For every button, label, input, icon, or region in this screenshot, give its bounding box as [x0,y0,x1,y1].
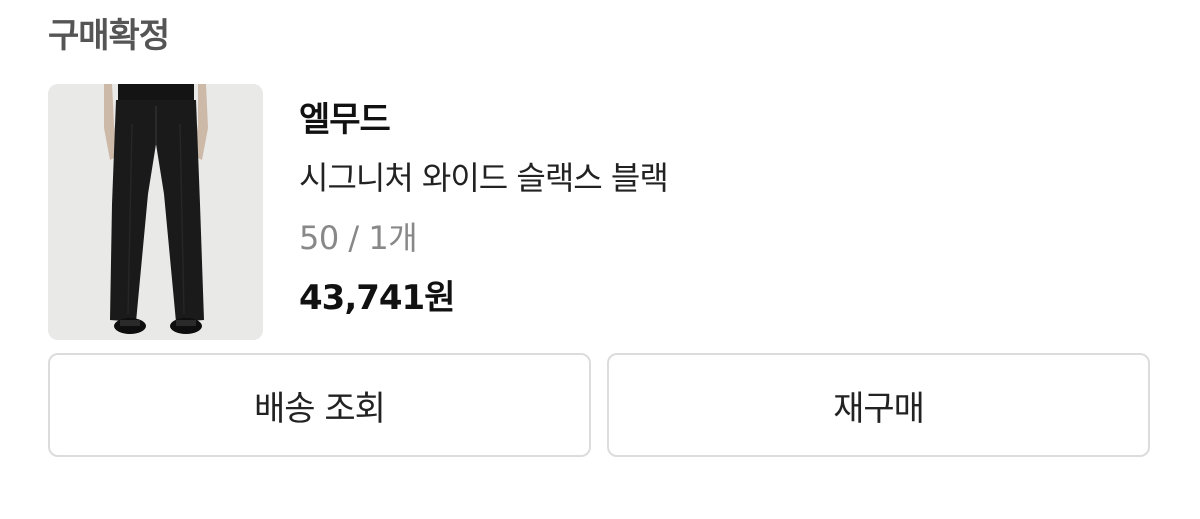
order-status-title: 구매확정 [48,16,170,56]
product-photo-trousers-icon [48,84,263,340]
product-card[interactable]: 엘무드 시그니처 와이드 슬랙스 블랙 50 / 1개 43,741원 [48,84,1152,340]
rebuy-button[interactable]: 재구매 [607,353,1150,457]
product-price: 43,741원 [299,278,455,318]
product-name[interactable]: 시그니처 와이드 슬랙스 블랙 [299,156,669,200]
track-delivery-button[interactable]: 배송 조회 [48,353,591,457]
brand-name[interactable]: 엘무드 [299,98,668,142]
product-thumbnail[interactable] [48,84,263,340]
order-item-page: 구매확정 엘무드 시그니처 와이드 슬랙스 블랙 50 / 1개 43,741원… [0,0,1200,519]
product-info: 엘무드 시그니처 와이드 슬랙스 블랙 50 / 1개 43,741원 [299,98,669,320]
product-option: 50 / 1개 [299,219,418,257]
